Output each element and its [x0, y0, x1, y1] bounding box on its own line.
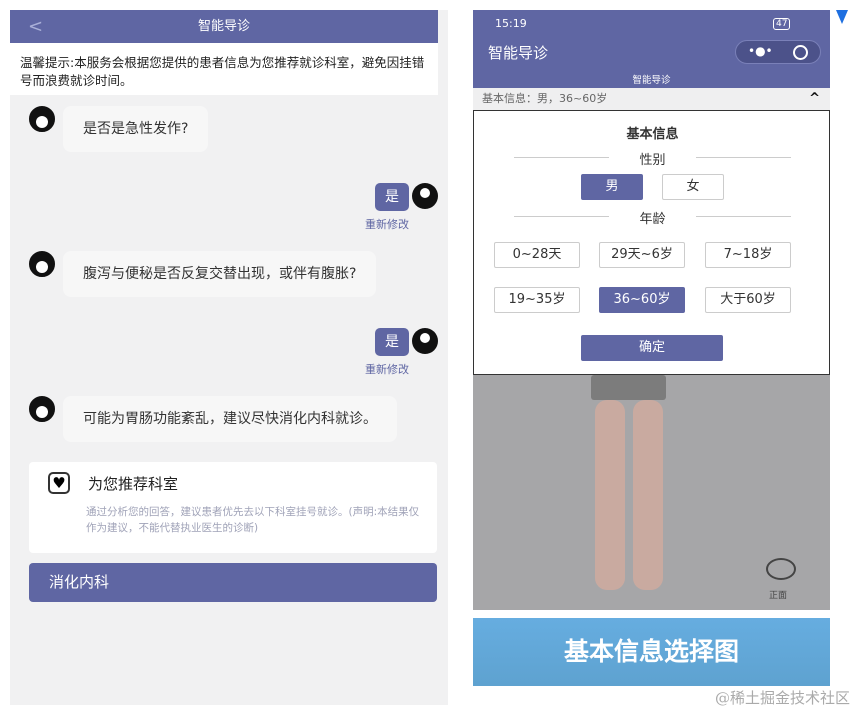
gender-label: 性别	[474, 149, 831, 168]
bot-avatar-icon	[29, 106, 55, 132]
recommend-card: ♥ 为您推荐科室 通过分析您的回答，建议患者优先去以下科室挂号就诊。(声明:本结…	[29, 462, 437, 553]
battery-icon: 47	[773, 18, 790, 30]
age-option[interactable]: 19~35岁	[494, 287, 580, 313]
bot-message: 可能为胃肠功能紊乱，建议尽快消化内科就诊。	[63, 396, 397, 442]
age-option[interactable]: 7~18岁	[705, 242, 791, 268]
modal-title: 基本信息	[474, 123, 831, 142]
close-target-icon[interactable]	[793, 45, 808, 60]
user-avatar-icon	[412, 183, 438, 209]
age-option[interactable]: 0~28天	[494, 242, 580, 268]
basic-info-text: 基本信息：男，36~60岁	[482, 92, 607, 105]
chevron-up-icon[interactable]: ^	[809, 88, 820, 110]
bot-avatar-icon	[29, 396, 55, 422]
modify-link[interactable]: 重新修改	[365, 361, 409, 377]
modify-link[interactable]: 重新修改	[365, 216, 409, 232]
notice: 温馨提示:本服务会根据您提供的患者信息为您推荐就诊科室，避免因挂错号而浪费就诊时…	[10, 43, 438, 95]
caption-banner: 基本信息选择图	[473, 618, 830, 686]
decor-triangle	[836, 10, 848, 24]
gender-male[interactable]: 男	[581, 174, 643, 200]
rotate-label: 正面	[769, 588, 787, 601]
user-answer: 是	[375, 183, 409, 211]
age-option-selected[interactable]: 36~60岁	[599, 287, 685, 313]
shorts	[591, 375, 666, 400]
back-icon[interactable]: <	[28, 10, 43, 43]
rotate-icon[interactable]	[766, 558, 796, 580]
gender-female[interactable]: 女	[662, 174, 724, 200]
recommend-title: 为您推荐科室	[88, 473, 178, 494]
watermark: @稀土掘金技术社区	[715, 687, 850, 708]
department-button[interactable]: 消化内科	[29, 563, 437, 602]
capsule-menu: •●•	[735, 40, 821, 64]
header: < 智能导诊	[10, 10, 438, 43]
heart-icon: ♥	[48, 472, 70, 494]
page-title: 智能导诊	[198, 19, 250, 34]
subtitle: 智能导诊	[473, 72, 830, 86]
leg	[595, 400, 625, 590]
age-option[interactable]: 29天~6岁	[599, 242, 685, 268]
basic-info-modal: 基本信息 性别 男 女 年龄 0~28天 29天~6岁 7~18岁 19~35岁…	[473, 110, 830, 375]
age-label: 年龄	[474, 208, 831, 227]
user-avatar-icon	[412, 328, 438, 354]
more-icon[interactable]: •●•	[748, 44, 773, 58]
user-answer: 是	[375, 328, 409, 356]
age-option[interactable]: 大于60岁	[705, 287, 791, 313]
confirm-button[interactable]: 确定	[581, 335, 723, 361]
leg	[633, 400, 663, 590]
bot-avatar-icon	[29, 251, 55, 277]
bot-message: 是否是急性发作?	[63, 106, 208, 152]
status-time: 15:19	[495, 17, 527, 30]
recommend-desc: 通过分析您的回答，建议患者优先去以下科室挂号就诊。(声明:本结果仅作为建议，不能…	[86, 504, 421, 536]
basic-info-bar[interactable]: 基本信息：男，36~60岁 ^	[473, 88, 830, 110]
app-header: 15:19 47 智能导诊 •●• 智能导诊	[473, 10, 830, 88]
bot-message: 腹泻与便秘是否反复交替出现，或伴有腹胀?	[63, 251, 376, 297]
app-title: 智能导诊	[488, 42, 548, 63]
